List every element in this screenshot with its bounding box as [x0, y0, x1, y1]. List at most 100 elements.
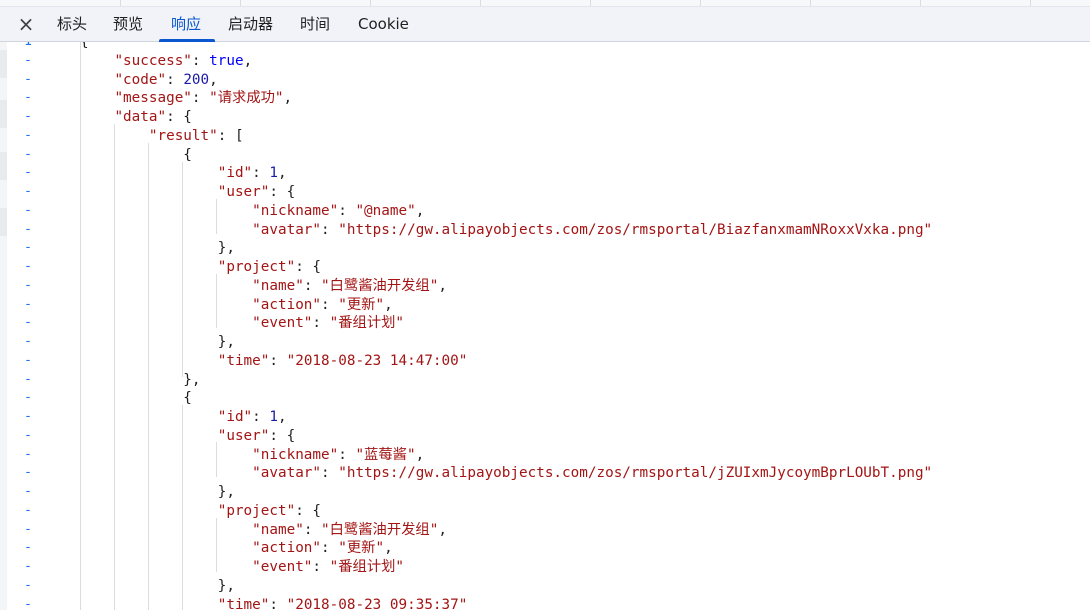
json-key: "event"	[252, 315, 313, 332]
line-marker: -	[24, 446, 32, 462]
code-line: - "message": "请求成功",	[0, 89, 1090, 108]
json-value: true	[209, 52, 244, 69]
toolbar-divider	[810, 0, 921, 6]
code-text: },	[80, 240, 235, 257]
line-marker: -	[24, 409, 32, 424]
line-marker: -	[24, 540, 32, 556]
devtools-tab-bar: × 标头 预览 响应 启动器 时间 Cookie	[0, 0, 1090, 42]
code-text: {	[80, 390, 192, 407]
toolbar-divider	[480, 0, 591, 6]
code-line: - "action": "更新",	[0, 539, 1090, 558]
tab-initiator[interactable]: 启动器	[228, 10, 273, 40]
code-line: - },	[0, 371, 1090, 390]
line-marker: -	[24, 165, 32, 181]
code-line: - "time": "2018-08-23 14:47:00"	[0, 352, 1090, 371]
code-text: "id": 1,	[217, 165, 287, 182]
json-key: "action"	[252, 296, 322, 313]
toolbar-divider	[370, 0, 481, 6]
json-value: "番组计划"	[329, 559, 405, 575]
response-code-viewer[interactable]: 1{ - "success": true, - "code": 200, - "…	[0, 42, 1090, 610]
code-line: - "nickname": "蓝莓酱",	[0, 446, 1090, 465]
json-value: "更新"	[338, 296, 385, 313]
code-line: - {	[0, 146, 1090, 165]
json-key: "avatar"	[252, 221, 322, 238]
json-value: "2018-08-23 09:35:37"	[286, 596, 468, 610]
line-marker: -	[24, 559, 32, 574]
json-key: "user"	[217, 184, 270, 200]
code-line: - "project": {	[0, 502, 1090, 521]
json-value: "https://gw.alipayobjects.com/zos/rmspor…	[338, 465, 933, 482]
code-text: "user": {	[217, 427, 296, 444]
line-marker: -	[24, 390, 32, 406]
line-marker: -	[24, 71, 32, 87]
line-marker: -	[24, 484, 32, 499]
code-text: "time": "2018-08-23 14:47:00"	[217, 352, 468, 369]
json-key: "result"	[148, 127, 218, 144]
code-line: - "code": 200,	[0, 71, 1090, 90]
toolbar-divider	[120, 0, 241, 6]
code-line: - },	[0, 577, 1090, 596]
toolbar-divider	[920, 0, 1031, 6]
code-line: - "avatar": "https://gw.alipayobjects.co…	[0, 221, 1090, 240]
code-line: - "nickname": "@name",	[0, 202, 1090, 221]
code-line: - "name": "白鹭酱油开发组",	[0, 521, 1090, 540]
code-text: "avatar": "https://gw.alipayobjects.com/…	[252, 221, 933, 238]
line-marker: -	[24, 52, 32, 68]
code-line: - "success": true,	[0, 52, 1090, 71]
tab-cookies[interactable]: Cookie	[358, 10, 409, 40]
json-key: "project"	[217, 502, 296, 519]
code-text: "time": "2018-08-23 09:35:37"	[80, 596, 468, 610]
json-value: "2018-08-23 14:47:00"	[286, 352, 468, 369]
json-value: "@name"	[355, 202, 416, 219]
code-text: "code": 200,	[114, 71, 218, 88]
code-line: - "event": "番组计划"	[0, 558, 1090, 577]
line-marker: -	[24, 334, 32, 349]
code-line: - "id": 1,	[0, 408, 1090, 427]
json-key: "action"	[252, 540, 322, 557]
json-key: "time"	[217, 596, 270, 610]
json-key: "nickname"	[252, 202, 339, 219]
line-marker: -	[24, 221, 32, 237]
code-line: - },	[0, 483, 1090, 502]
tab-timing[interactable]: 时间	[300, 10, 330, 40]
tab-response[interactable]: 响应	[171, 10, 201, 40]
json-value: "更新"	[338, 540, 385, 557]
line-marker: -	[24, 427, 32, 443]
code-text: "name": "白鹭酱油开发组",	[252, 521, 447, 538]
code-text: "event": "番组计划"	[252, 559, 405, 575]
line-marker: -	[24, 146, 32, 162]
code-text: },	[80, 371, 201, 388]
json-value: "白鹭酱油开发组"	[321, 277, 439, 294]
json-value: "番组计划"	[329, 315, 405, 332]
code-text: "message": "请求成功",	[114, 90, 293, 107]
code-line: - },	[0, 239, 1090, 258]
tab-headers[interactable]: 标头	[57, 10, 87, 40]
code-line: - "time": "2018-08-23 09:35:37"	[0, 596, 1090, 610]
code-line: - },	[0, 333, 1090, 352]
open-brace: {	[80, 42, 89, 50]
line-marker: -	[24, 109, 32, 124]
json-value: 200	[183, 71, 210, 88]
json-key: "data"	[114, 109, 167, 125]
json-key: "event"	[252, 559, 313, 575]
toolbar-divider	[700, 0, 811, 6]
code-text: "avatar": "https://gw.alipayobjects.com/…	[252, 465, 933, 482]
line-marker: -	[24, 577, 32, 593]
line-marker: -	[24, 240, 32, 256]
code-line: - "result": [	[0, 127, 1090, 146]
toolbar-divider	[590, 0, 701, 6]
code-text: "action": "更新",	[252, 540, 393, 557]
tab-preview[interactable]: 预览	[113, 10, 143, 40]
code-text: "data": {	[114, 109, 192, 125]
json-value: "请求成功"	[209, 90, 284, 107]
code-text: },	[80, 334, 235, 350]
line-marker: -	[24, 596, 32, 610]
code-line: - "action": "更新",	[0, 296, 1090, 315]
code-line: - "user": {	[0, 427, 1090, 446]
code-text: "result": [	[148, 127, 244, 144]
close-icon[interactable]: ×	[14, 12, 38, 36]
json-value: "白鹭酱油开发组"	[321, 521, 439, 538]
code-line: - "name": "白鹭酱油开发组",	[0, 277, 1090, 296]
line-marker: -	[24, 352, 32, 368]
code-text: "success": true,	[114, 52, 253, 69]
